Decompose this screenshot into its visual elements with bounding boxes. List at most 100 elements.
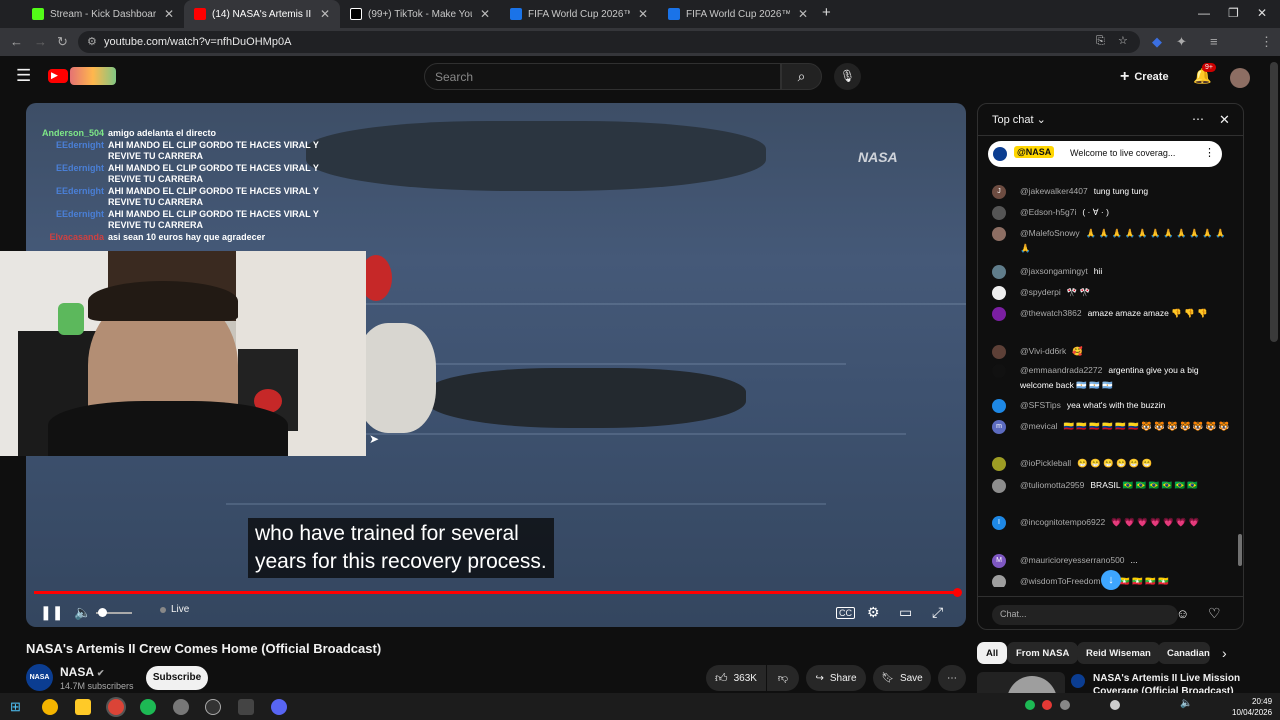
chat-menu-dots-icon[interactable]: ⋯ [1192,112,1204,126]
tab-fifa[interactable]: FIFA World Cup 2026™ ✕ [500,0,658,28]
spotify-icon[interactable] [140,699,156,715]
channel-avatar[interactable]: NASA [26,664,53,691]
chat-message[interactable]: J @jakewalker4407 tung tung tung [992,184,1232,199]
search-button[interactable]: ⌕ [781,63,822,90]
tab-tiktok[interactable]: (99+) TikTok - Make Your Day ✕ [340,0,500,28]
share-button[interactable]: ↪ Share [806,665,866,691]
volume-icon[interactable]: 🔈 [74,604,91,621]
pause-icon[interactable]: ❚❚ [40,604,63,621]
extensions-puzzle-icon[interactable]: ✦ [1176,34,1187,50]
fullscreen-icon[interactable]: ⤢ [932,604,943,621]
chrome-active-icon[interactable] [108,699,124,715]
captions-cc-icon[interactable]: CC [836,607,855,619]
tray-icon[interactable] [1042,700,1052,710]
tray-icon[interactable] [1110,700,1120,710]
chat-message[interactable]: @jaxsongamingyt hii [992,264,1232,279]
scroll-down-arrow-icon[interactable]: ↓ [1101,570,1121,590]
chat-message[interactable]: @ioPickleball 😁 😁 😁 😁 😁 😁 [992,456,1232,471]
system-clock[interactable]: 20:49 10/04/2026 [1232,696,1272,718]
create-button[interactable]: + Create [1120,64,1169,90]
chrome-icon[interactable] [42,699,58,715]
miniplayer-icon[interactable]: ▭ [899,604,912,621]
chat-message[interactable]: I @incognitotempo6922 💗 💗 💗 💗 💗 💗 💗 [992,515,1232,530]
install-icon[interactable]: ⎘ [1096,35,1105,48]
volume-tray-icon[interactable]: 🔈 [1180,698,1192,709]
chat-mode-dropdown[interactable]: Top chat ⌄ [992,113,1046,126]
tray-icon[interactable] [1060,700,1070,710]
close-tab-icon[interactable]: ✕ [798,7,808,21]
close-tab-icon[interactable]: ✕ [638,7,648,21]
tab-kick[interactable]: Stream - Kick Dashboard ✕ [22,0,184,28]
close-window-icon[interactable]: ✕ [1257,6,1267,20]
file-explorer-icon[interactable] [75,699,91,715]
new-tab-icon[interactable]: + [822,4,831,21]
related-channel-avatar[interactable] [1071,674,1085,688]
chat-scrollbar[interactable] [1238,534,1242,566]
discord-icon[interactable] [271,699,287,715]
subscribe-button[interactable]: Subscribe [146,666,208,690]
chat-message[interactable]: @tuliomotta2959 BRASIL 🇧🇷 🇧🇷 🇧🇷 🇧🇷 🇧🇷 🇧🇷 [992,478,1232,493]
chip-canadian[interactable]: Canadian [1158,642,1210,664]
video-progress-bar[interactable] [34,591,958,594]
channel-name[interactable]: NASA ✔ [60,665,104,679]
url-field[interactable]: ⚙ youtube.com/watch?v=nfhDuOHMp0A ⎘ ☆ [78,31,1140,53]
close-tab-icon[interactable]: ✕ [320,7,330,21]
doodle-logo[interactable] [70,67,116,85]
chat-message[interactable]: @thewatch3862 amaze amaze amaze 👎 👎 👎 [992,306,1232,321]
more-actions-button[interactable]: ⋯ [938,665,966,691]
tray-spotify-icon[interactable] [1025,700,1035,710]
pinned-menu-icon[interactable]: ⋮ [1204,146,1215,159]
chat-message[interactable]: m @mevical 🇨🇴 🇨🇴 🇨🇴 🇨🇴 🇨🇴 🇨🇴 🐯 🐯 🐯 🐯 🐯 🐯 🐯 [992,419,1232,434]
forward-icon[interactable]: → [34,34,47,49]
obs-icon[interactable] [205,699,221,715]
restore-icon[interactable]: ❐ [1228,6,1239,20]
save-button[interactable]: 🔖︎ Save [873,665,931,691]
settings-gear-icon[interactable]: ⚙ [867,604,880,621]
chip-reid-wiseman[interactable]: Reid Wiseman [1077,642,1160,664]
progress-scrubber[interactable] [953,588,962,597]
chat-message[interactable]: @SFSTips yea what's with the buzzin [992,398,1232,413]
app-icon[interactable] [173,699,189,715]
back-icon[interactable]: ← [10,34,23,49]
chip-all[interactable]: All [977,642,1008,664]
menu-dots-icon[interactable]: ⋮ [1260,34,1273,50]
dislike-button[interactable]: 👎︎ [767,665,799,691]
chat-message[interactable]: @Vivi-dd6rk 🥰 [992,344,1232,359]
close-tab-icon[interactable]: ✕ [480,7,490,21]
related-thumbnail[interactable] [977,672,1065,694]
close-tab-icon[interactable]: ✕ [164,7,174,21]
play-logo-icon: ▶ [51,70,58,80]
chat-message[interactable]: @spyderpi 🎌 🎌 [992,285,1232,300]
emoji-icon[interactable]: ☺ [1176,606,1189,621]
chips-next-chevron-icon[interactable]: › [1222,645,1227,661]
chat-message[interactable]: M @mauricioreyesserrano500... [992,553,1232,568]
chat-message[interactable]: @MalefoSnowy 🙏 🙏 🙏 🙏 🙏 🙏 🙏 🙏 🙏 🙏 🙏 🙏 [992,226,1232,256]
minimize-icon[interactable]: — [1198,6,1210,20]
media-icon[interactable]: ≡ [1210,34,1218,49]
tab-fifa-bracket[interactable]: FIFA World Cup 2026™ Bracket ✕ [658,0,818,28]
reload-icon[interactable]: ↻ [57,34,68,50]
account-avatar[interactable] [1230,68,1250,88]
windows-start-icon[interactable]: ⊞ [10,699,21,715]
heart-icon[interactable]: ♡ [1208,605,1221,622]
capcut-icon[interactable] [238,699,254,715]
live-indicator[interactable]: Live [160,604,189,615]
chat-input[interactable]: Chat... [992,605,1178,625]
close-chat-icon[interactable]: ✕ [1219,112,1230,128]
more-dots-icon: ⋯ [947,672,957,684]
chat-message[interactable]: @Edson-h5g7i( · ∀ · ) [992,205,1232,220]
extension-icon[interactable]: ◆ [1152,34,1162,50]
like-button[interactable]: 👍︎ 363K [706,665,766,691]
search-box[interactable]: Search [424,63,781,90]
tab-youtube[interactable]: (14) NASA's Artemis II Crew Co ✕ [184,0,340,28]
page-scrollbar[interactable] [1270,62,1278,342]
site-info-icon[interactable]: ⚙ [87,35,97,48]
voice-search-button[interactable]: 🎙 [834,63,861,90]
chat-message[interactable]: @emmaandrada2272 argentina give you a big… [992,363,1232,393]
tab-title: Stream - Kick Dashboard [50,8,156,20]
hamburger-menu-icon[interactable]: ☰ [16,66,31,86]
volume-knob[interactable] [98,608,107,617]
bookmark-star-icon[interactable]: ☆ [1118,34,1128,47]
chip-from-nasa[interactable]: From NASA [1007,642,1079,664]
pinned-message[interactable]: @NASA Welcome to live coverag... ⋮ [988,141,1222,167]
